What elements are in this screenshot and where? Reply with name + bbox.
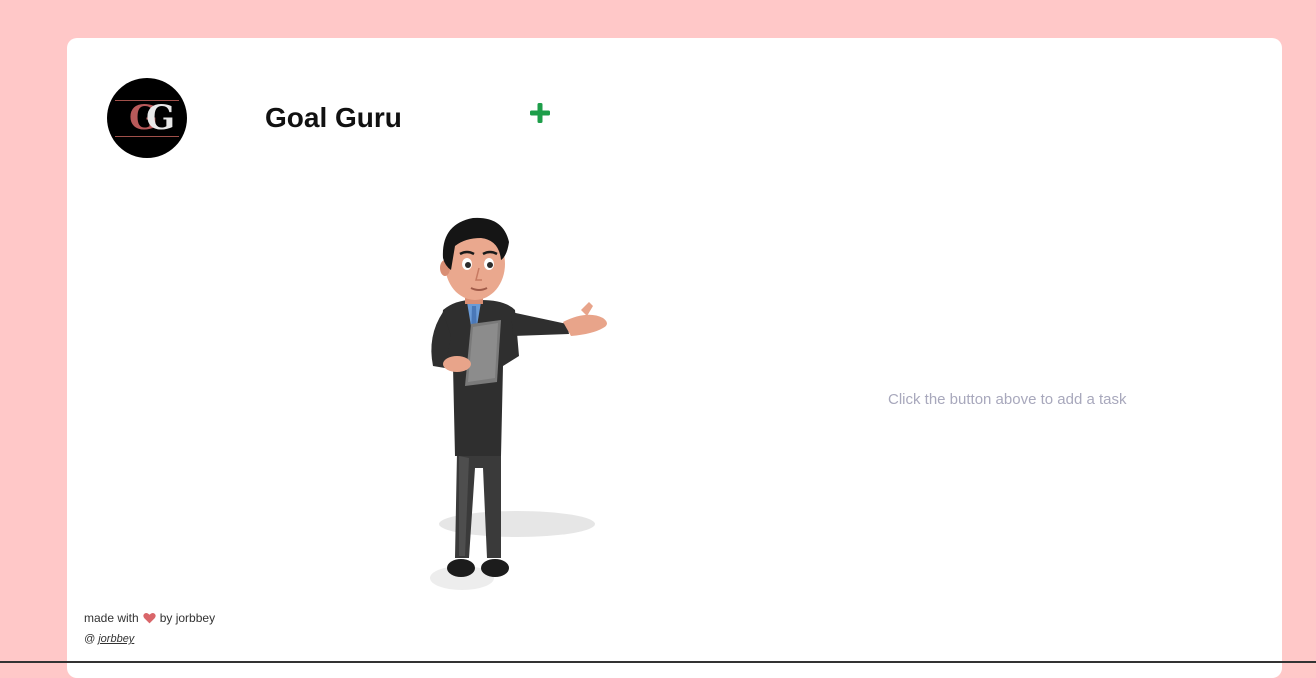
empty-task-message: Click the button above to add a task — [888, 391, 1127, 408]
made-with-line: made with by jorbbey — [84, 611, 215, 625]
plus-icon — [530, 103, 550, 123]
author-link[interactable]: jorbbey — [98, 633, 134, 645]
author-handle: @ jorbbey — [84, 633, 215, 645]
made-with-prefix: made with — [84, 611, 139, 625]
made-with-suffix: by jorbbey — [159, 611, 216, 625]
logo-letter-right: G — [146, 98, 175, 138]
logo-monogram: GG — [107, 98, 187, 138]
add-task-button[interactable] — [525, 98, 555, 128]
heart-icon — [143, 613, 156, 624]
handle-prefix: @ — [84, 633, 96, 645]
app-logo: GG — [107, 78, 187, 158]
main-card: GG Goal Guru Click the button above to a… — [67, 38, 1282, 678]
logo-line-bottom — [115, 136, 179, 137]
businessman-illustration — [430, 217, 607, 590]
footer: made with by jorbbey @ jorbbey — [84, 611, 215, 645]
page-title: Goal Guru — [265, 102, 402, 133]
